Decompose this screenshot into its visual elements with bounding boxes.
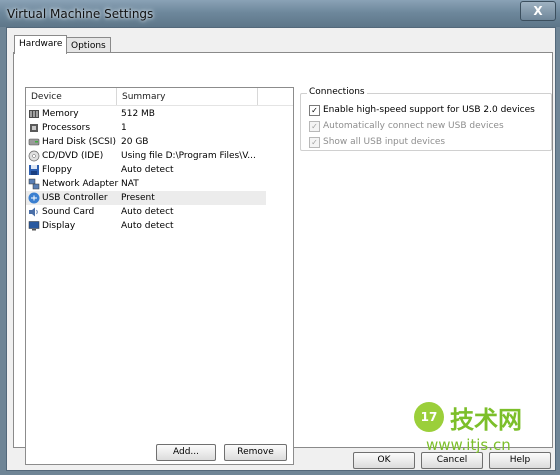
device-name: USB Controller [42, 193, 108, 203]
close-icon: X [533, 4, 543, 18]
watermark-text: 技术网 [450, 406, 522, 434]
device-name: Sound Card [42, 207, 95, 217]
device-row-processors[interactable]: Processors 1 [26, 121, 266, 135]
title-bar: Virtual Machine Settings X [0, 0, 560, 27]
hard-disk-icon [28, 138, 40, 146]
close-button[interactable]: X [520, 1, 556, 21]
network-adapter-icon [28, 178, 40, 190]
connections-title: Connections [307, 87, 367, 97]
usb2-support-checkbox[interactable]: ✓ [309, 105, 320, 116]
window-title: Virtual Machine Settings [7, 7, 154, 21]
memory-icon [29, 110, 39, 118]
device-summary: Present [121, 193, 155, 203]
device-name: CD/DVD (IDE) [42, 151, 104, 161]
device-summary: NAT [121, 179, 139, 189]
auto-connect-label: Automatically connect new USB devices [323, 121, 504, 131]
cd-dvd-icon [28, 150, 40, 162]
connections-group: Connections ✓ Enable high-speed support … [300, 87, 552, 151]
device-list[interactable]: Device Summary Memory 512 MB Processors [25, 87, 294, 465]
usb2-support-label: Enable high-speed support for USB 2.0 de… [323, 105, 535, 115]
ok-button[interactable]: OK [353, 452, 415, 469]
device-name: Hard Disk (SCSI) [42, 137, 116, 147]
auto-connect-checkbox: ✓ [309, 121, 320, 132]
processor-icon [30, 124, 38, 132]
device-summary: Using file D:\Program Files\V... [121, 151, 256, 161]
device-name: Display [42, 221, 76, 231]
device-row-network-adapter[interactable]: Network Adapter NAT [26, 177, 266, 191]
add-button[interactable]: Add... [156, 444, 216, 461]
watermark-url: www.itjs.cn [426, 436, 511, 454]
device-summary: Auto detect [121, 207, 174, 217]
sound-card-icon [29, 207, 38, 217]
show-input-devices-checkbox: ✓ [309, 137, 320, 148]
hardware-panel: Device Summary Memory 512 MB Processors [13, 52, 553, 465]
column-separator[interactable] [257, 88, 258, 105]
watermark-badge: 17 [414, 402, 444, 432]
column-header-device[interactable]: Device [31, 92, 62, 102]
remove-button[interactable]: Remove [224, 444, 287, 461]
device-name: Memory [42, 109, 79, 119]
floppy-icon [29, 165, 39, 175]
device-row-sound-card[interactable]: Sound Card Auto detect [26, 205, 266, 219]
device-row-floppy[interactable]: Floppy Auto detect [26, 163, 266, 177]
device-name: Floppy [42, 165, 72, 175]
device-row-usb-controller[interactable]: USB Controller Present [26, 191, 266, 205]
device-row-cd-dvd[interactable]: CD/DVD (IDE) Using file D:\Program Files… [26, 149, 266, 163]
usb-icon [28, 192, 40, 204]
device-list-header: Device Summary [26, 88, 293, 106]
display-icon [28, 221, 40, 231]
site-watermark: 17 技术网 www.itjs.cn [412, 398, 552, 456]
device-summary: Auto detect [121, 165, 174, 175]
device-name: Processors [42, 123, 91, 133]
device-summary: 20 GB [121, 137, 149, 147]
device-summary: Auto detect [121, 221, 174, 231]
device-name: Network Adapter [42, 179, 119, 189]
column-separator[interactable] [116, 88, 117, 105]
tab-hardware[interactable]: Hardware [14, 35, 68, 54]
device-summary: 512 MB [121, 109, 155, 119]
device-summary: 1 [121, 123, 127, 133]
tab-hardware-label: Hardware [19, 39, 63, 49]
device-row-display[interactable]: Display Auto detect [26, 219, 266, 233]
column-header-summary[interactable]: Summary [122, 92, 166, 102]
device-row-memory[interactable]: Memory 512 MB [26, 107, 266, 121]
show-input-devices-label: Show all USB input devices [323, 137, 446, 147]
tab-options-label: Options [71, 41, 106, 51]
device-row-hard-disk[interactable]: Hard Disk (SCSI) 20 GB [26, 135, 266, 149]
